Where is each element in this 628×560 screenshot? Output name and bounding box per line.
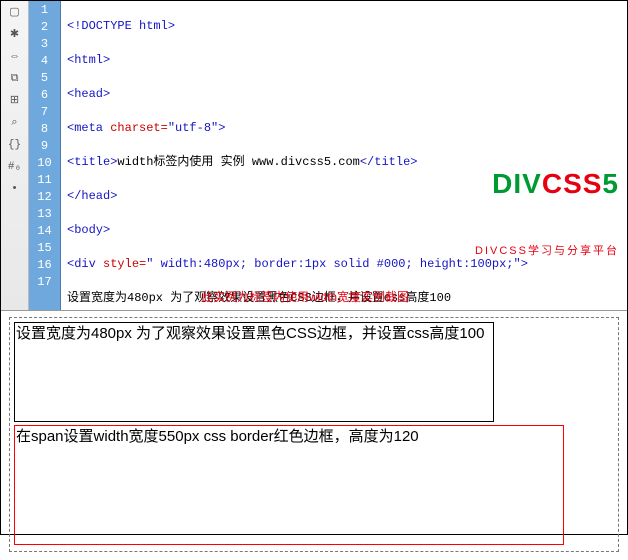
- code-line: <body>: [67, 222, 627, 239]
- line-number: 4: [29, 53, 60, 70]
- line-number: 9: [29, 138, 60, 155]
- line-number: 11: [29, 172, 60, 189]
- line-number: 14: [29, 223, 60, 240]
- line-number-gutter: 1 2 3 4 5 6 7 8 9 10 11 12 13 14 15 16 1…: [29, 1, 61, 310]
- editor-pane: ▢ ✱ ⇔ ⧉ ⊞ ⌕ {} #₀ • 1 2 3 4 5 6 7 8 9 10…: [1, 1, 627, 311]
- line-number: 8: [29, 121, 60, 138]
- line-number: 16: [29, 257, 60, 274]
- code-line: </head>: [67, 188, 627, 205]
- demo-div-box: 设置宽度为480px 为了观察效果设置黑色CSS边框，并设置css高度100: [14, 322, 494, 422]
- code-line: <meta charset="utf-8">: [67, 120, 627, 137]
- code-line: <head>: [67, 86, 627, 103]
- code-area[interactable]: <!DOCTYPE html> <html> <head> <meta char…: [61, 1, 627, 310]
- tool-icon[interactable]: ⧉: [7, 71, 23, 87]
- line-number: 6: [29, 87, 60, 104]
- tool-icon[interactable]: •: [7, 181, 23, 197]
- code-line: <title>width标签内使用 实例 www.divcss5.com</ti…: [67, 154, 627, 171]
- tool-icon[interactable]: ⌕: [7, 115, 23, 131]
- line-number: 1: [29, 2, 60, 19]
- tool-icon[interactable]: ⇔: [7, 49, 23, 65]
- line-number: 10: [29, 155, 60, 172]
- preview-pane: 设置宽度为480px 为了观察效果设置黑色CSS边框，并设置css高度100 在…: [1, 311, 627, 560]
- line-number: 5: [29, 70, 60, 87]
- tool-icon[interactable]: ▢: [7, 5, 23, 21]
- line-number: 3: [29, 36, 60, 53]
- editor-toolbar: ▢ ✱ ⇔ ⧉ ⊞ ⌕ {} #₀ •: [1, 1, 29, 310]
- line-number: 17: [29, 274, 60, 291]
- demo-span-box: 在span设置width宽度550px css border红色边框，高度为12…: [14, 425, 564, 545]
- tool-icon[interactable]: ✱: [7, 27, 23, 43]
- tool-icon[interactable]: ⊞: [7, 93, 23, 109]
- line-number: 12: [29, 189, 60, 206]
- line-number: 2: [29, 19, 60, 36]
- caption-text: 此实例为标签内使用width宽度实例截图: [201, 289, 409, 306]
- tool-icon[interactable]: {}: [7, 137, 23, 153]
- line-number: 13: [29, 206, 60, 223]
- code-line: <div style=" width:480px; border:1px sol…: [67, 256, 627, 273]
- line-number: 15: [29, 240, 60, 257]
- tool-icon[interactable]: #₀: [7, 159, 23, 175]
- line-number: 7: [29, 104, 60, 121]
- code-line: <!DOCTYPE html>: [67, 18, 627, 35]
- render-frame: 设置宽度为480px 为了观察效果设置黑色CSS边框，并设置css高度100 在…: [9, 317, 619, 552]
- code-line: <html>: [67, 52, 627, 69]
